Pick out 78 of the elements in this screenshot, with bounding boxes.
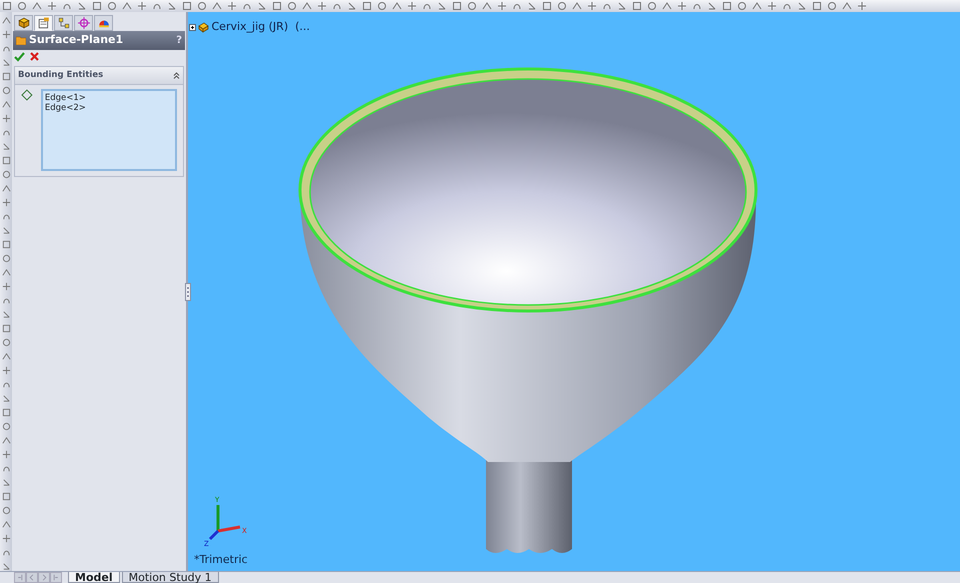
panel-tab[interactable] <box>34 15 53 31</box>
toolbar-icon[interactable] <box>2 296 10 305</box>
toolbar-icon[interactable] <box>317 1 327 11</box>
toolbar-icon[interactable] <box>77 1 87 11</box>
toolbar-icon[interactable] <box>137 1 147 11</box>
toolbar-icon[interactable] <box>707 1 717 11</box>
toolbar-icon[interactable] <box>2 310 10 319</box>
toolbar-icon[interactable] <box>2 114 10 123</box>
expand-plus-icon[interactable] <box>189 24 196 31</box>
toolbar-icon[interactable] <box>692 1 702 11</box>
toolbar-icon[interactable] <box>527 1 537 11</box>
toolbar-icon[interactable] <box>2 380 10 389</box>
toolbar-icon[interactable] <box>857 1 867 11</box>
panel-tab[interactable] <box>14 15 33 31</box>
toolbar-icon[interactable] <box>257 1 267 11</box>
edge-selection-icon <box>21 88 33 100</box>
part-tree-icon <box>18 17 30 29</box>
toolbar-icon[interactable] <box>2 128 10 137</box>
toolbar-icon[interactable] <box>227 1 237 11</box>
section-header[interactable]: Bounding Entities <box>14 66 184 84</box>
toolbar-icon[interactable] <box>2 44 10 53</box>
toolbar-icon[interactable] <box>2 534 10 543</box>
toolbar-icon[interactable] <box>2 198 10 207</box>
ok-check-icon[interactable] <box>14 52 26 62</box>
toolbar-icon[interactable] <box>2 366 10 375</box>
view-orientation-label: *Trimetric <box>194 552 248 568</box>
toolbar-icon[interactable] <box>497 1 507 11</box>
toolbar-icon[interactable] <box>62 1 72 11</box>
cancel-x-icon[interactable] <box>30 52 39 61</box>
toolbar-icon[interactable] <box>2 562 10 571</box>
bottom-tab[interactable]: Model <box>68 572 120 583</box>
funnel-model-drawing[interactable] <box>298 68 758 553</box>
panel-tab[interactable] <box>94 15 113 31</box>
toolbar-icon[interactable] <box>587 1 597 11</box>
toolbar-icon[interactable] <box>347 1 357 11</box>
toolbar-icon[interactable] <box>2 212 10 221</box>
property-manager-title: Surface-Plane1 <box>29 32 124 48</box>
toolbar-icon[interactable] <box>767 1 777 11</box>
section-title: Bounding Entities <box>18 68 104 82</box>
axis-triad-drawing <box>208 505 240 540</box>
toolbar-icon[interactable] <box>2 450 10 459</box>
toolbar-icon[interactable] <box>332 1 342 11</box>
panel-splitter-handle[interactable] <box>185 283 191 301</box>
toolbar-icon[interactable] <box>2 548 10 557</box>
toolbar-icon[interactable] <box>2 226 10 235</box>
toolbar-icon[interactable] <box>167 1 177 11</box>
part-icon <box>198 22 210 33</box>
feature-tree-root[interactable]: Cervix_jig (JR) (... <box>212 19 310 36</box>
toolbar-icon[interactable] <box>782 1 792 11</box>
toolbar-icon[interactable] <box>2 30 10 39</box>
crosshair-icon <box>78 17 90 29</box>
toolbar-icon[interactable] <box>47 1 57 11</box>
bottom-tab[interactable]: Motion Study 1 <box>122 572 219 583</box>
toolbar-icon[interactable] <box>422 1 432 11</box>
collapse-chevron-icon[interactable] <box>173 72 180 79</box>
toolbar-icon[interactable] <box>677 1 687 11</box>
toolbar-icon[interactable] <box>602 1 612 11</box>
toolbar-icon[interactable] <box>2 394 10 403</box>
toolbar-icon[interactable] <box>617 1 627 11</box>
toolbar-icon[interactable] <box>2 478 10 487</box>
folder-icon <box>16 36 26 45</box>
list-item[interactable]: Edge<2> <box>44 103 173 114</box>
toolbar-icon[interactable] <box>152 1 162 11</box>
panel-tab[interactable] <box>74 15 93 31</box>
selection-list-box[interactable]: Edge<1> Edge<2> <box>40 88 177 170</box>
toolbar-icon[interactable] <box>242 1 252 11</box>
toolbar-icon[interactable] <box>512 1 522 11</box>
panel-tab[interactable] <box>54 15 73 31</box>
toolbar-icon[interactable] <box>2 58 10 67</box>
toolbar-icon[interactable] <box>407 1 417 11</box>
list-item[interactable]: Edge<1> <box>44 92 173 104</box>
toolbar-icon[interactable] <box>2 282 10 291</box>
toolbar-icon[interactable] <box>437 1 447 11</box>
toolbar-icon[interactable] <box>797 1 807 11</box>
toolbar-icon[interactable] <box>2 142 10 151</box>
toolbar-icon[interactable] <box>2 464 10 473</box>
property-sheet-icon <box>38 17 50 29</box>
configuration-icon <box>58 17 70 29</box>
